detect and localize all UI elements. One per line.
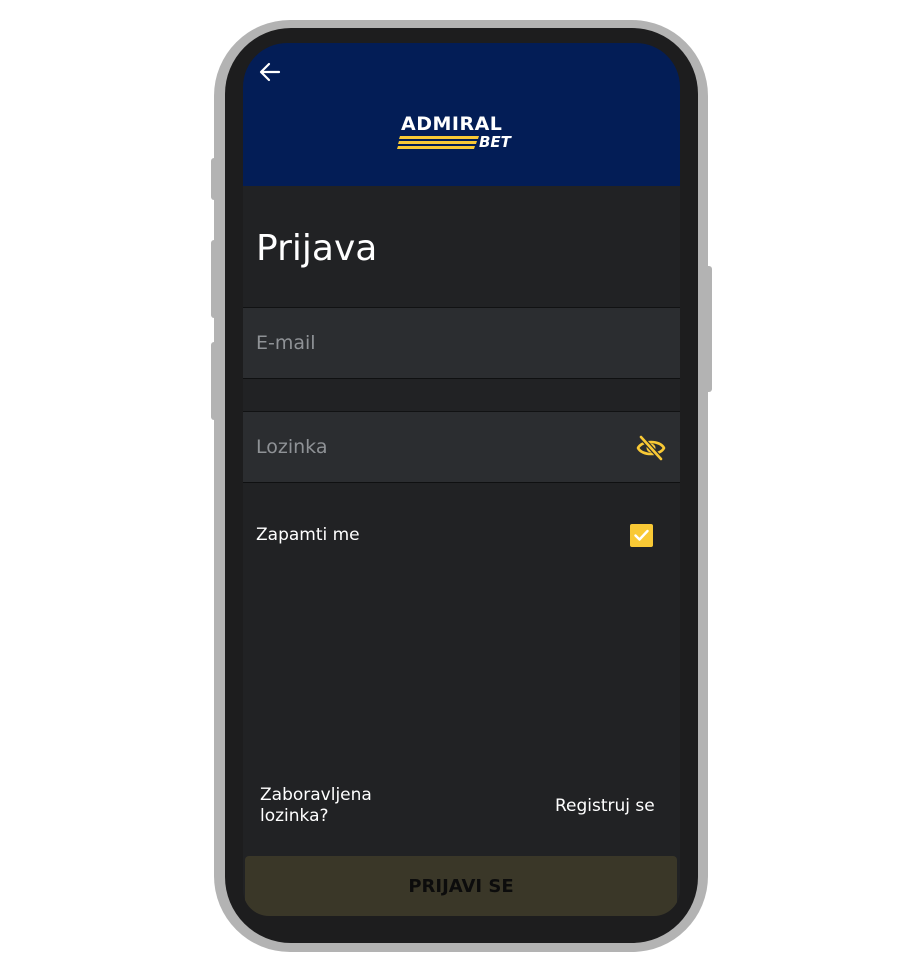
logo-stripes-icon: [397, 136, 479, 149]
register-link[interactable]: Registruj se: [555, 796, 655, 817]
back-button[interactable]: [257, 59, 283, 85]
arrow-left-icon: [259, 62, 281, 82]
power-button: [705, 266, 712, 392]
forgot-password-link[interactable]: Zaboravljena lozinka?: [260, 785, 410, 827]
password-field[interactable]: [243, 411, 680, 483]
admiral-bet-logo: ADMIRAL BET: [397, 113, 523, 153]
volume-down-button: [211, 342, 217, 420]
volume-up-button: [211, 240, 217, 318]
password-input[interactable]: [256, 412, 626, 482]
logo-text-admiral: ADMIRAL: [401, 113, 503, 135]
logo-text-bet: BET: [479, 133, 511, 151]
remember-me-label: Zapamti me: [256, 525, 360, 545]
app-header: ADMIRAL BET: [243, 43, 680, 186]
eye-off-icon: [636, 434, 666, 462]
page-title: Prijava: [256, 228, 378, 269]
email-input[interactable]: [256, 308, 626, 378]
login-button[interactable]: PRIJAVI SE: [245, 856, 677, 916]
mute-switch: [211, 158, 217, 200]
phone-screen: ADMIRAL BET Prijava Zapamti me: [243, 43, 680, 916]
toggle-password-visibility-button[interactable]: [635, 433, 667, 463]
remember-me-checkbox[interactable]: [630, 524, 653, 547]
checkmark-icon: [634, 529, 649, 541]
email-field[interactable]: [243, 307, 680, 379]
